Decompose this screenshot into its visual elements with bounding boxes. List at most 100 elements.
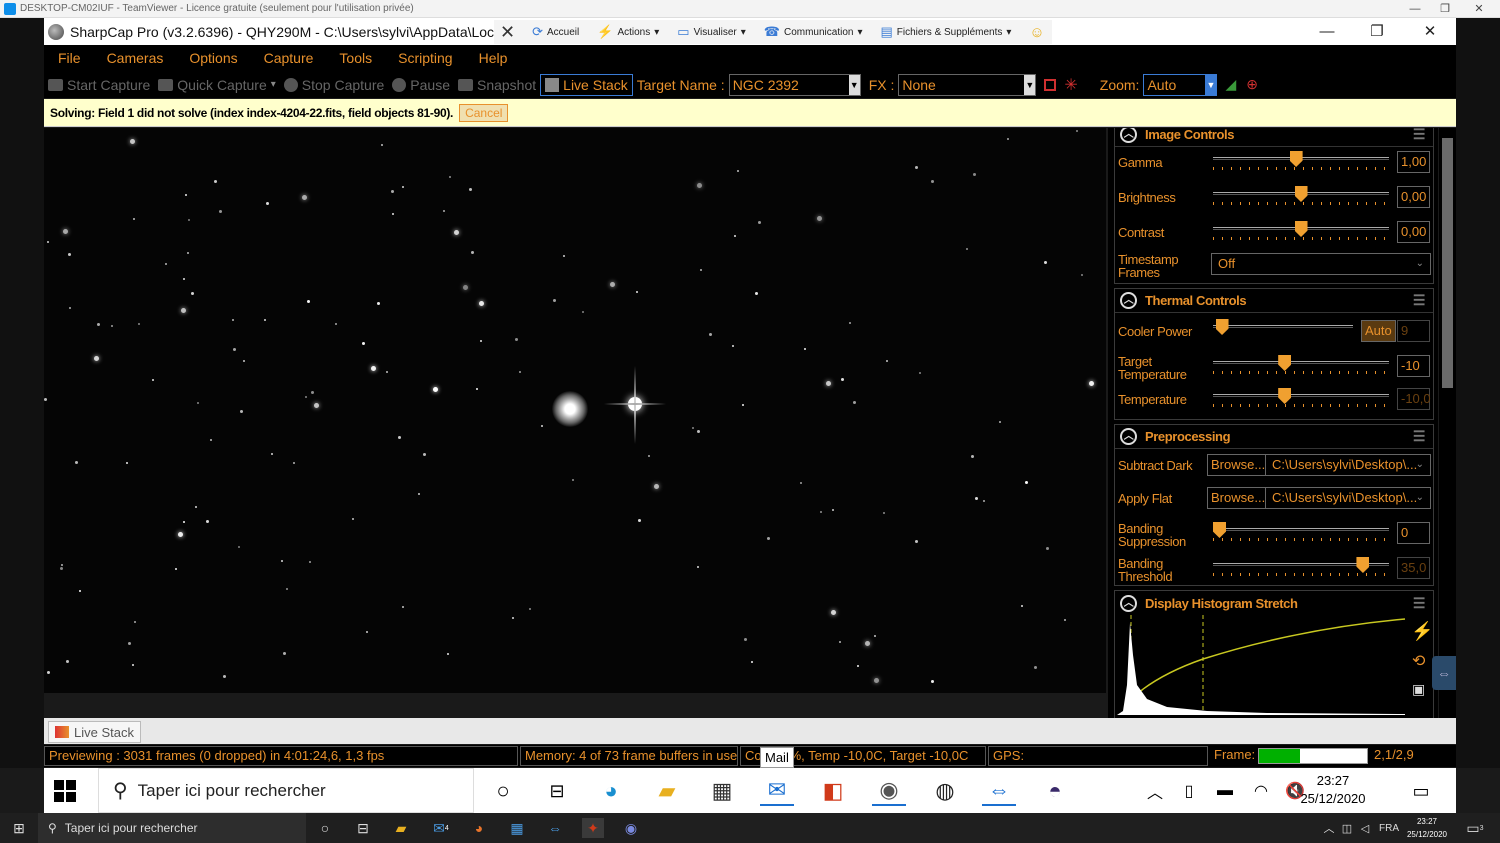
restore-button[interactable]: ❐ bbox=[1428, 0, 1462, 18]
menu-help[interactable]: Help bbox=[465, 50, 520, 66]
wifi-icon[interactable]: ◠ bbox=[1244, 776, 1278, 806]
office-icon[interactable]: ◧ bbox=[816, 776, 850, 806]
hamburger-icon[interactable]: ☰ bbox=[1413, 128, 1426, 143]
stop-capture-button[interactable]: Stop Capture bbox=[280, 77, 389, 93]
close-session-icon[interactable]: ✕ bbox=[494, 22, 521, 43]
remote-clock[interactable]: 23:27 25/12/2020 bbox=[1294, 772, 1372, 808]
local-search-box[interactable]: ⚲ Taper ici pour rechercher bbox=[38, 813, 306, 843]
histogram-header[interactable]: ︿ Display Histogram Stretch ☰ bbox=[1115, 591, 1433, 615]
sc-maximize-button[interactable]: ❐ bbox=[1352, 18, 1402, 45]
apply-flat-path-select[interactable]: C:\Users\sylvi\Desktop\... ⌄ bbox=[1265, 487, 1431, 509]
minimize-button[interactable]: — bbox=[1398, 0, 1432, 18]
discord-icon[interactable]: ◉ bbox=[620, 818, 642, 838]
file-explorer-icon[interactable]: ▰ bbox=[650, 776, 684, 806]
stellarium-icon[interactable]: ◓ bbox=[1038, 776, 1072, 806]
hamburger-icon[interactable]: ☰ bbox=[1413, 428, 1426, 445]
feedback-emoji-icon[interactable]: ☺ bbox=[1022, 24, 1051, 41]
astro-app-icon[interactable]: ◍ bbox=[928, 776, 962, 806]
edge-browser-icon[interactable]: ◕ bbox=[594, 776, 628, 806]
store-icon[interactable]: ▦ bbox=[705, 776, 739, 806]
language-indicator[interactable]: FRA bbox=[1376, 818, 1402, 838]
quick-capture-button[interactable]: Quick Capture ▾ bbox=[154, 77, 280, 93]
contrast-value[interactable]: 0,00 bbox=[1397, 221, 1430, 243]
start-capture-button[interactable]: Start Capture bbox=[44, 77, 154, 93]
sharpcap-taskbar-icon[interactable]: ◉ bbox=[872, 776, 906, 806]
menu-capture[interactable]: Capture bbox=[250, 50, 326, 66]
gamma-value[interactable]: 1,00 bbox=[1397, 151, 1430, 173]
sc-close-button[interactable]: ✕ bbox=[1405, 18, 1455, 45]
chevron-up-icon[interactable]: ︿ bbox=[1120, 428, 1137, 445]
menu-scripting[interactable]: Scripting bbox=[384, 50, 464, 66]
chevron-up-icon[interactable]: ︿ bbox=[1120, 292, 1137, 309]
remote-search-box[interactable]: ⚲ Taper ici pour rechercher bbox=[98, 768, 474, 813]
focus-star-icon[interactable]: ✳ bbox=[1064, 75, 1077, 95]
task-view-icon[interactable]: ⊟ bbox=[540, 776, 574, 806]
chevron-up-icon[interactable]: ︿ bbox=[1120, 594, 1137, 612]
slider-thumb[interactable] bbox=[1356, 557, 1370, 573]
calculator-icon[interactable]: ▦ bbox=[506, 818, 528, 838]
teamviewer-taskbar-icon[interactable]: ⇔ bbox=[982, 776, 1016, 806]
target-temp-value[interactable]: -10 bbox=[1397, 355, 1430, 377]
close-button[interactable]: ✕ bbox=[1462, 0, 1496, 18]
histogram-icon[interactable]: ◢ bbox=[1225, 76, 1236, 93]
cortana-icon[interactable]: ○ bbox=[486, 776, 520, 806]
hamburger-icon[interactable]: ☰ bbox=[1413, 595, 1426, 612]
brightness-value[interactable]: 0,00 bbox=[1397, 186, 1430, 208]
snapshot-button[interactable]: Snapshot bbox=[454, 77, 540, 93]
zoom-fit-icon[interactable]: ⊕ bbox=[1246, 76, 1258, 93]
local-volume-icon[interactable]: ◁ bbox=[1354, 818, 1376, 838]
banding-suppression-value[interactable]: 0 bbox=[1397, 522, 1430, 544]
zoom-combo[interactable]: Auto ▼ bbox=[1143, 73, 1218, 96]
slider-thumb[interactable] bbox=[1294, 221, 1308, 237]
local-app-icon[interactable]: ✦ bbox=[582, 818, 604, 838]
chevron-up-icon[interactable]: ︿ bbox=[1120, 128, 1137, 143]
scrollbar-thumb[interactable] bbox=[1442, 138, 1453, 388]
tab-live-stack[interactable]: Live Stack bbox=[48, 721, 141, 743]
preprocessing-header[interactable]: ︿ Preprocessing ☰ bbox=[1115, 425, 1433, 449]
cancel-button[interactable]: Cancel bbox=[459, 103, 509, 122]
image-controls-header[interactable]: ︿ Image Controls ☰ bbox=[1115, 128, 1433, 147]
reset-icon[interactable]: ⟲ bbox=[1412, 651, 1425, 671]
windows-start-icon[interactable] bbox=[54, 780, 76, 802]
mail-icon[interactable]: ✉ bbox=[760, 776, 794, 806]
timestamp-select[interactable]: Off ⌄ bbox=[1211, 253, 1431, 275]
camera-preview-image[interactable] bbox=[44, 128, 1106, 693]
slider-thumb[interactable] bbox=[1289, 151, 1303, 167]
toolbar-accueil[interactable]: ⟳ Accueil bbox=[525, 24, 586, 40]
menu-cameras[interactable]: Cameras bbox=[93, 50, 176, 66]
pause-button[interactable]: Pause bbox=[388, 77, 454, 93]
menu-file[interactable]: File bbox=[44, 50, 93, 66]
toolbar-actions[interactable]: ⚡ Actions ▾ bbox=[590, 24, 666, 40]
cooler-power-slider[interactable] bbox=[1213, 319, 1353, 339]
subtract-dark-browse-button[interactable]: Browse... bbox=[1207, 454, 1270, 476]
auto-stretch-icon[interactable]: ⚡ bbox=[1411, 621, 1433, 642]
apply-flat-browse-button[interactable]: Browse... bbox=[1207, 487, 1270, 509]
slider-thumb[interactable] bbox=[1213, 522, 1226, 538]
local-cortana-icon[interactable]: ○ bbox=[314, 818, 336, 838]
menu-options[interactable]: Options bbox=[175, 50, 249, 66]
local-start-icon[interactable]: ⊞ bbox=[8, 818, 30, 838]
firefox-icon[interactable]: ◕ bbox=[468, 818, 490, 838]
target-temp-slider[interactable] bbox=[1213, 355, 1389, 375]
banding-threshold-slider[interactable] bbox=[1213, 557, 1389, 577]
banding-suppression-slider[interactable] bbox=[1213, 522, 1389, 542]
brightness-slider[interactable] bbox=[1213, 186, 1389, 206]
sc-minimize-button[interactable]: — bbox=[1302, 18, 1352, 45]
slider-thumb[interactable] bbox=[1215, 319, 1229, 335]
local-file-explorer-icon[interactable]: ▰ bbox=[390, 818, 412, 838]
teamviewer-side-handle-icon[interactable]: ⇔ bbox=[1432, 656, 1456, 690]
local-clock[interactable]: 23:27 25/12/2020 bbox=[1402, 815, 1452, 841]
battery-icon[interactable]: ▬ bbox=[1208, 776, 1242, 806]
device-icon[interactable]: ▯ bbox=[1172, 776, 1206, 806]
local-notification-icon[interactable]: ▭ 3 bbox=[1464, 818, 1486, 838]
toolbar-visualiser[interactable]: ▭ Visualiser ▾ bbox=[670, 24, 753, 40]
panel-scrollbar[interactable] bbox=[1439, 128, 1456, 718]
toolbar-fichiers[interactable]: ▤ Fichiers & Suppléments ▾ bbox=[873, 24, 1018, 40]
slider-thumb[interactable] bbox=[1278, 355, 1292, 371]
local-teamviewer-icon[interactable]: ⇔ bbox=[544, 818, 566, 838]
contrast-slider[interactable] bbox=[1213, 221, 1389, 241]
gamma-slider[interactable] bbox=[1213, 151, 1389, 171]
local-task-view-icon[interactable]: ⊟ bbox=[352, 818, 374, 838]
local-mail-icon[interactable]: ✉ 4 bbox=[430, 818, 452, 838]
toolbar-communication[interactable]: ☎ Communication ▾ bbox=[757, 24, 870, 40]
